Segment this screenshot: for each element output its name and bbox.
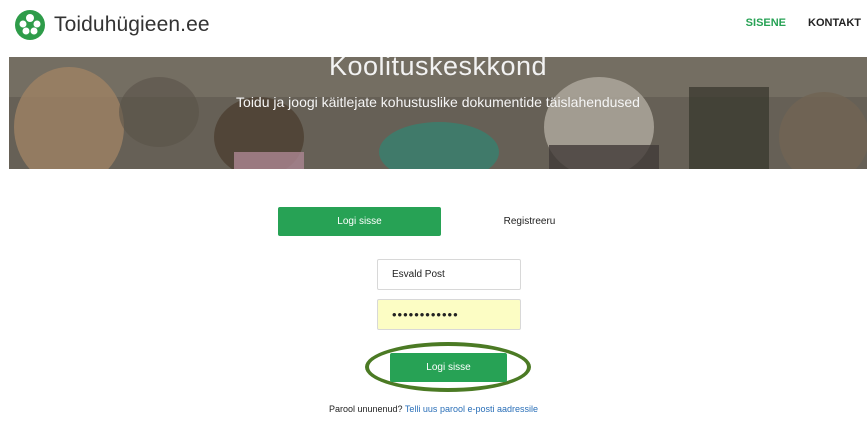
tab-register[interactable]: Registreeru	[448, 207, 611, 236]
password-field[interactable]	[377, 299, 521, 330]
submit-area: Logi sisse	[365, 342, 531, 392]
nav-sisene-link[interactable]: SISENE	[746, 17, 786, 29]
logo-icon	[15, 10, 45, 40]
top-nav: SISENE KONTAKT	[746, 17, 861, 29]
page: Toiduhügieen.ee SISENE KONTAKT Koolitusk…	[0, 0, 867, 421]
tab-login[interactable]: Logi sisse	[278, 207, 441, 236]
logo-text: Toiduhügieen.ee	[54, 13, 210, 36]
nav-kontakt-link[interactable]: KONTAKT	[808, 17, 861, 29]
header: Toiduhügieen.ee SISENE KONTAKT	[0, 0, 867, 56]
login-submit-button[interactable]: Logi sisse	[390, 353, 507, 382]
hero-title: Koolituskeskkond	[328, 57, 548, 81]
forgot-password: Parool ununenud? Telli uus parool e-post…	[0, 404, 867, 414]
reset-password-link[interactable]: Telli uus parool e-posti aadressile	[405, 404, 538, 414]
username-field[interactable]	[377, 259, 521, 290]
hero-banner: Koolituskeskkond Toidu ja joogi käitleja…	[9, 57, 867, 169]
hero-subtitle: Toidu ja joogi käitlejate kohustuslike d…	[236, 94, 640, 110]
forgot-password-text: Parool ununenud?	[329, 404, 403, 414]
logo[interactable]: Toiduhügieen.ee	[14, 8, 210, 42]
